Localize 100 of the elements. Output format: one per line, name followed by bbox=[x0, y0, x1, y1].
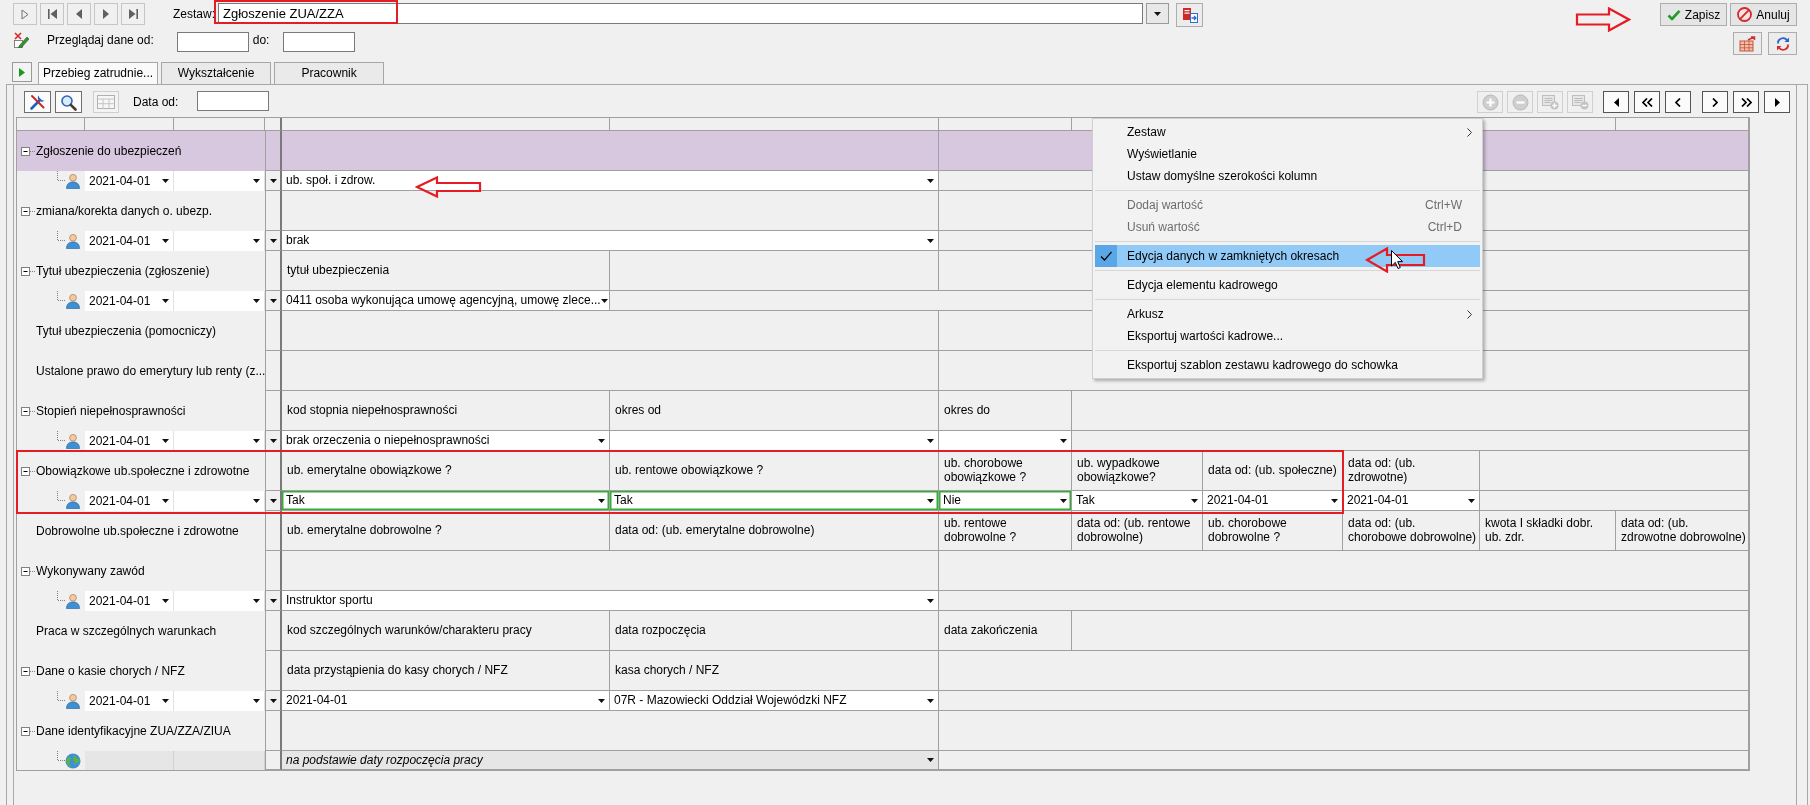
value-combo[interactable]: 2021-04-01 bbox=[1203, 491, 1343, 511]
empty-cell bbox=[265, 511, 282, 551]
dropdown-button[interactable] bbox=[1146, 3, 1169, 24]
tools-button[interactable] bbox=[24, 91, 51, 113]
menu-item[interactable]: Arkusz bbox=[1095, 303, 1480, 325]
refresh-button[interactable] bbox=[1768, 32, 1797, 55]
tree-connector-icon bbox=[57, 691, 65, 701]
date-combo[interactable]: 2021-04-01 bbox=[85, 291, 174, 311]
tree-item[interactable]: Tytuł ubezpieczenia (zgłoszenie) bbox=[17, 251, 265, 291]
person-icon bbox=[65, 293, 81, 309]
field-label: Zestaw: bbox=[173, 7, 215, 22]
empty-cell bbox=[265, 391, 282, 431]
chevron-left-icon bbox=[1675, 97, 1681, 107]
date-combo[interactable]: 2021-04-01 bbox=[85, 691, 174, 711]
navigation-button[interactable] bbox=[1764, 91, 1790, 113]
navigation-button[interactable] bbox=[1634, 91, 1660, 113]
value-combo[interactable]: Tak bbox=[282, 491, 610, 511]
tree-item[interactable]: Zgłoszenie do ubezpieczeń bbox=[17, 131, 265, 171]
date-field[interactable] bbox=[197, 91, 270, 111]
column-header: data od: (ub. zdrowotne dobrowolne) bbox=[1616, 511, 1749, 551]
search-button[interactable] bbox=[55, 91, 82, 113]
value-combo[interactable]: 07R - Mazowiecki Oddział Wojewódzki NFZ bbox=[610, 691, 939, 711]
menu-item[interactable]: Eksportuj wartości kadrowe... bbox=[1095, 325, 1480, 347]
value-combo[interactable]: 2021-04-01 bbox=[282, 691, 610, 711]
tree-item[interactable]: Obowiązkowe ub.społeczne i zdrowotne bbox=[17, 451, 265, 491]
tree-item[interactable]: Dane identyfikacyjne ZUA/ZZA/ZIUA bbox=[17, 711, 265, 751]
annotation-arrow bbox=[1365, 247, 1426, 273]
caret-icon bbox=[269, 598, 277, 603]
value-combo[interactable] bbox=[939, 431, 1072, 451]
value-combo[interactable]: 0411 osoba wykonująca umowę agencyjną, umowę zlece... bbox=[282, 291, 610, 311]
value-combo[interactable]: ub. społ. i zdrow. bbox=[282, 171, 939, 191]
tree-item[interactable]: Tytuł ubezpieczenia (pomocniczy) bbox=[17, 311, 265, 351]
date-combo[interactable]: 2021-04-01 bbox=[85, 491, 174, 511]
date-combo[interactable]: 2021-04-01 bbox=[85, 591, 174, 611]
document-swap-button[interactable] bbox=[1176, 3, 1203, 27]
tree-item[interactable]: Wykonywany zawód bbox=[17, 551, 265, 591]
triangle-right-icon bbox=[1774, 97, 1780, 107]
tree-connector-icon bbox=[57, 171, 65, 181]
play-button[interactable] bbox=[12, 62, 32, 82]
date-combo[interactable]: 2021-04-01 bbox=[85, 171, 174, 191]
empty-cell bbox=[265, 551, 282, 591]
value-combo[interactable]: Nie bbox=[939, 491, 1072, 511]
menu-item[interactable]: Eksportuj szablon zestawu kadrowego do schowka bbox=[1095, 354, 1480, 376]
tree-item[interactable]: Stopień niepełnosprawności bbox=[17, 391, 265, 431]
menu-item[interactable]: Edycja elementu kadrowego bbox=[1095, 274, 1480, 296]
navigation-button[interactable] bbox=[1603, 91, 1629, 113]
date-field[interactable] bbox=[176, 32, 249, 52]
caret-icon bbox=[269, 298, 277, 303]
cursor-icon bbox=[1391, 250, 1403, 269]
menu-item[interactable]: Ustaw domyślne szerokości kolumn bbox=[1095, 165, 1480, 187]
value-combo[interactable]: brak bbox=[282, 231, 939, 251]
date-field[interactable] bbox=[283, 32, 356, 52]
tab[interactable]: Przebieg zatrudnie... bbox=[38, 62, 159, 84]
empty-cell bbox=[265, 351, 282, 391]
menu-item[interactable]: Zestaw bbox=[1095, 121, 1480, 143]
date-combo[interactable]: 2021-04-01 bbox=[85, 231, 174, 251]
prohibited-icon bbox=[1737, 7, 1753, 22]
globe-icon bbox=[65, 752, 81, 769]
value-combo[interactable]: Tak bbox=[610, 491, 939, 511]
tree-item[interactable]: Praca w szczególnych warunkach bbox=[17, 611, 265, 651]
caret-icon bbox=[1331, 498, 1338, 503]
navigation-button[interactable] bbox=[1702, 91, 1728, 113]
caret-icon bbox=[927, 178, 934, 183]
check-icon bbox=[1666, 8, 1681, 21]
tree-connector-icon bbox=[57, 751, 65, 761]
set-combo[interactable]: Zgłoszenie ZUA/ZZA bbox=[218, 3, 1143, 24]
navigation-button[interactable] bbox=[1733, 91, 1759, 113]
tools-icon bbox=[28, 93, 47, 111]
column-header: data od: (ub. rentowe dobrowolne) bbox=[1072, 511, 1203, 551]
tab[interactable]: Pracownik bbox=[274, 62, 385, 84]
caret-icon bbox=[1060, 438, 1067, 443]
export-button[interactable] bbox=[1733, 32, 1762, 55]
tree-item[interactable]: Ustalone prawo do emerytury lub renty (z... bbox=[17, 351, 265, 391]
combo-box[interactable] bbox=[174, 431, 265, 451]
date-combo[interactable]: 2021-04-01 bbox=[85, 431, 174, 451]
menu-item[interactable]: Wyświetlanie bbox=[1095, 143, 1480, 165]
caret-icon bbox=[253, 179, 260, 183]
tree-item[interactable]: Dobrowolne ub.społeczne i zdrowotne bbox=[17, 511, 265, 551]
empty-cell bbox=[265, 311, 282, 351]
value-combo[interactable]: brak orzeczenia o niepełnosprawności bbox=[282, 431, 610, 451]
value-combo[interactable]: Tak bbox=[1072, 491, 1203, 511]
caret-icon bbox=[253, 239, 260, 243]
triangle-left-icon bbox=[76, 9, 82, 19]
caret-icon bbox=[269, 698, 277, 703]
cancel-button[interactable]: Anuluj bbox=[1730, 3, 1797, 26]
tab[interactable]: Wykształcenie bbox=[161, 62, 272, 84]
column-header: data od: (ub. chorobowe dobrowolne) bbox=[1343, 511, 1480, 551]
menu-item[interactable]: Edycja danych w zamkniętych okresach bbox=[1095, 245, 1480, 267]
value-combo[interactable]: Instruktor sportu bbox=[282, 591, 939, 611]
triangle-left-icon bbox=[1613, 97, 1619, 107]
navigation-button[interactable] bbox=[1665, 91, 1691, 113]
value-combo[interactable] bbox=[610, 431, 939, 451]
skip-forward-icon bbox=[128, 9, 138, 19]
value-combo[interactable]: 2021-04-01 bbox=[1343, 491, 1480, 511]
tree-item[interactable]: zmiana/korekta danych o. ubezp. bbox=[17, 191, 265, 231]
save-button[interactable]: Zapisz bbox=[1660, 3, 1727, 26]
caret-icon bbox=[598, 698, 605, 703]
double-chevron-right-icon bbox=[1740, 97, 1752, 107]
tree-item[interactable]: Dane o kasie chorych / NFZ bbox=[17, 651, 265, 691]
field-label: Data od: bbox=[133, 95, 179, 110]
